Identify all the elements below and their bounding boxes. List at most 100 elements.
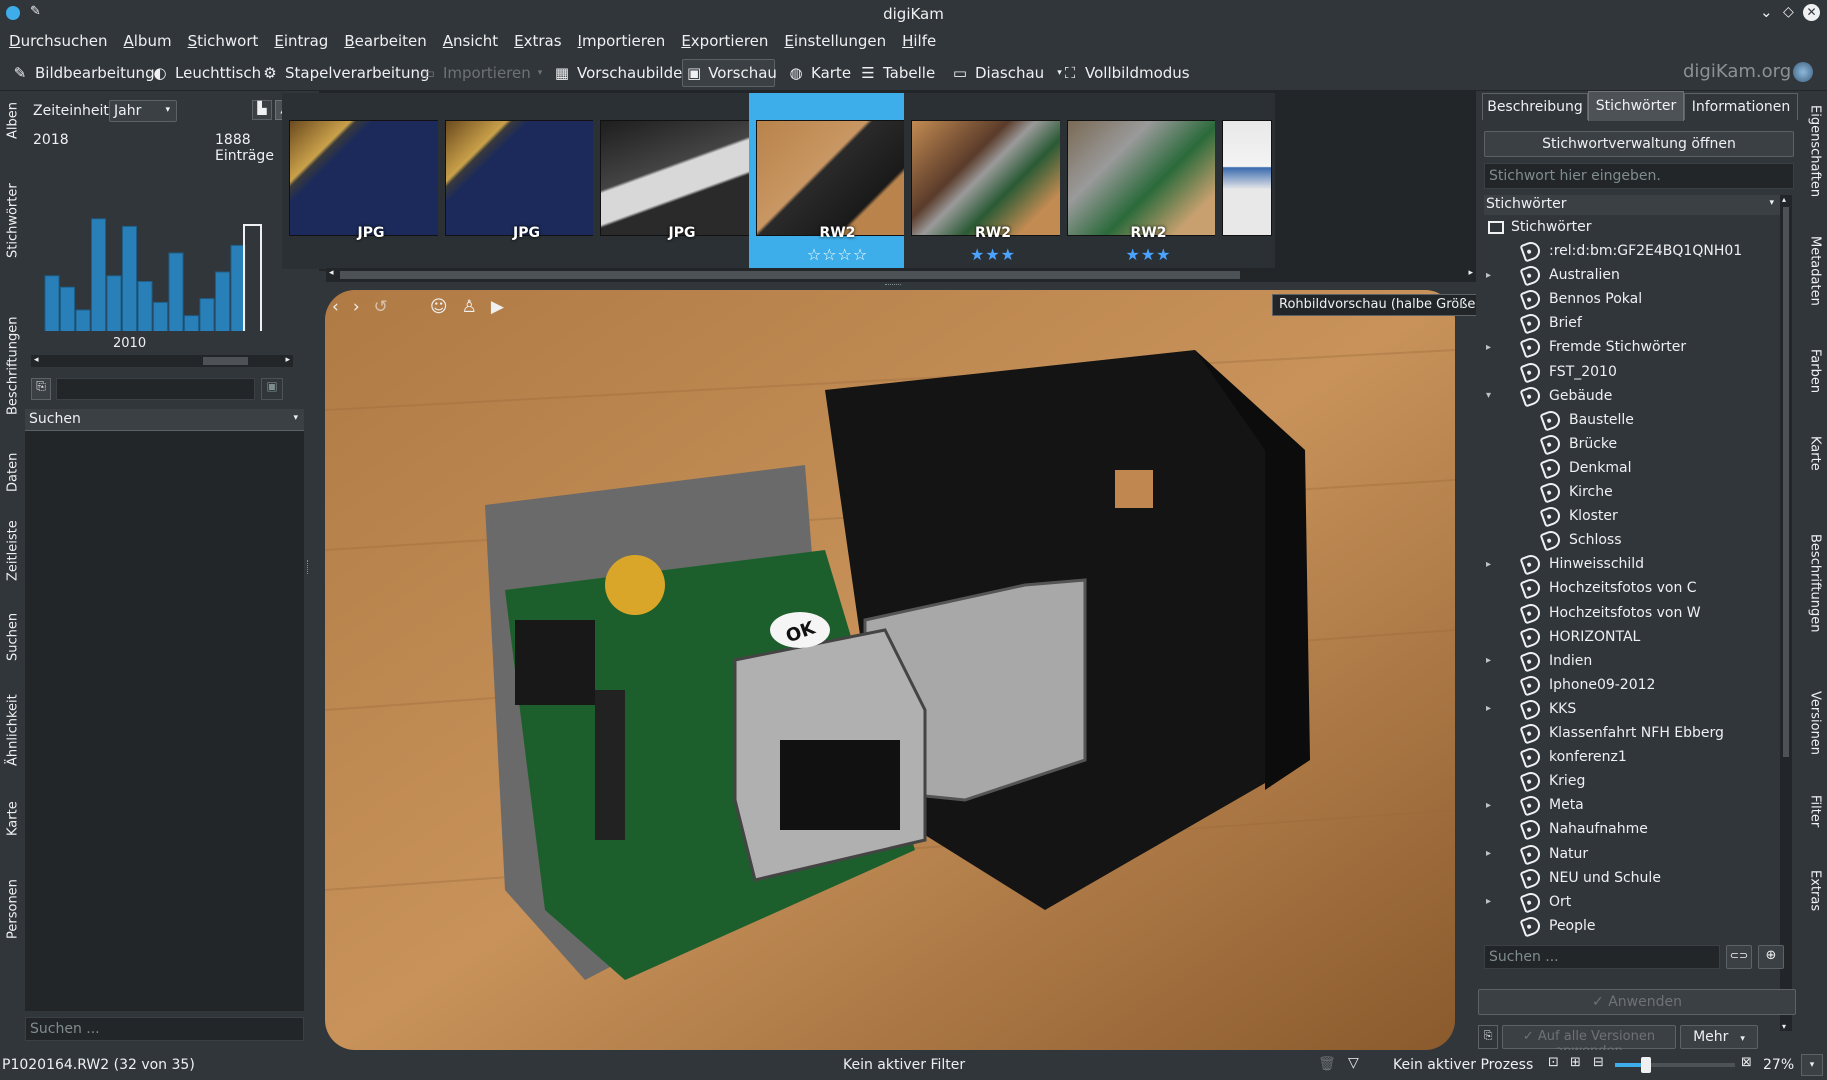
tag-item[interactable]: Baustelle (1539, 408, 1634, 432)
tag-item[interactable]: Schloss (1539, 528, 1622, 552)
zoom-slider-handle[interactable] (1641, 1057, 1651, 1073)
splitter-handle[interactable] (885, 284, 901, 287)
expand-arrow-icon[interactable]: ▸ (1486, 655, 1491, 666)
rotate-icon[interactable]: ↺ (374, 297, 388, 319)
scroll-down-icon[interactable]: ▾ (1782, 1022, 1786, 1031)
right-tab-metadaten[interactable]: Metadaten (1804, 216, 1826, 326)
save-search-icon[interactable]: ⎘ (31, 378, 51, 400)
right-tab-karte[interactable]: Karte (1804, 416, 1826, 491)
timeline-selection-cursor[interactable] (243, 224, 262, 331)
tag-item[interactable]: Iphone09-2012 (1519, 673, 1655, 697)
face-tag-icon[interactable]: ☺ (430, 297, 448, 319)
right-tab-eigenschaften[interactable]: Eigenschaften (1804, 91, 1826, 211)
tag-item[interactable]: HORIZONTAL (1519, 625, 1640, 649)
left-tab-alben[interactable]: Alben (2, 91, 24, 151)
expand-arrow-icon[interactable]: ▸ (1486, 848, 1491, 859)
timeline-bar[interactable] (122, 225, 137, 331)
tag-tree-scrollbar[interactable]: ▴ ▾ (1780, 195, 1792, 1031)
timeline-bar[interactable] (215, 271, 230, 331)
scroll-right-icon[interactable]: ▸ (1468, 268, 1473, 278)
maximize-icon[interactable]: ◇ (1783, 4, 1794, 20)
expand-arrow-icon[interactable]: ▸ (1486, 896, 1491, 907)
tag-item[interactable]: ▸ KKS (1486, 697, 1576, 721)
save-search-input[interactable] (56, 378, 255, 400)
tag-item[interactable]: ▸ Australien (1486, 263, 1620, 287)
tag-item[interactable]: Hochzeitsfotos von C (1519, 576, 1697, 600)
tag-item[interactable]: konferenz1 (1519, 745, 1627, 769)
link-tags-icon[interactable]: ⊂⊃ (1726, 945, 1752, 969)
timeline-bar[interactable] (91, 218, 106, 331)
timeline-bar[interactable] (106, 275, 122, 331)
zoom-dropdown-icon[interactable]: ▾ (1801, 1054, 1823, 1076)
menu-extras[interactable]: Extras (505, 28, 568, 50)
right-tab-farben[interactable]: Farben (1804, 331, 1826, 411)
scrollbar-thumb[interactable] (1783, 207, 1789, 757)
right-tab-versionen[interactable]: Versionen (1804, 676, 1826, 771)
tag-item[interactable]: Brücke (1539, 432, 1617, 456)
add-face-icon[interactable]: ♙ (462, 297, 477, 319)
thumbnails-view-button[interactable]: ▦ Vorschaubilder (550, 59, 692, 87)
tag-tree-root[interactable]: Stichwörter (1488, 215, 1591, 239)
revert-icon[interactable]: ⎘ (1478, 1025, 1498, 1049)
rating-stars[interactable]: ☆☆☆☆ (749, 245, 927, 264)
thumbnail-bar[interactable]: JPG JPG JPG RW2 ☆☆☆☆ RW2 ★★★ RW2 ★★★ (282, 91, 1476, 271)
rating-stars[interactable]: ★★★ (904, 245, 1082, 264)
left-tab-stichwörter[interactable]: Stichwörter (2, 151, 24, 291)
zoom-fit-icon[interactable]: ⊡ (1548, 1055, 1559, 1070)
splitter-handle[interactable] (307, 560, 310, 574)
minimize-icon[interactable]: ⌄ (1760, 3, 1773, 21)
import-button[interactable]: ▭ Importieren ▾ (416, 59, 546, 87)
thumbnail-scrollbar[interactable]: ◂ ▸ (326, 268, 1476, 282)
menu-bearbeiten[interactable]: Bearbeiten (335, 28, 433, 50)
apply-button[interactable]: ✓ Anwenden (1478, 989, 1796, 1015)
tag-item[interactable]: ▸ Ort (1486, 890, 1571, 914)
tag-entry-input[interactable]: Stichwort hier eingeben. (1484, 163, 1794, 189)
left-tab-suchen[interactable]: Suchen (2, 598, 24, 676)
menu-einstellungen[interactable]: Einstellungen (775, 28, 893, 50)
menu-eintrag[interactable]: Eintrag (265, 28, 335, 50)
apply-all-versions-button[interactable]: ✓ Auf alle Versionen anwenden (1502, 1025, 1676, 1059)
timeline-search-input[interactable]: Suchen ... (25, 1017, 304, 1041)
menu-album[interactable]: Album (114, 28, 178, 50)
right-tab-filter[interactable]: Filter (1804, 776, 1826, 846)
thumbnail[interactable]: JPG (282, 93, 460, 269)
filter-icon[interactable]: ▽ (1348, 1055, 1359, 1071)
tag-item[interactable]: ▾ Gebäude (1486, 384, 1612, 408)
left-tab-ähnlichkeit[interactable]: Ähnlichkeit (2, 676, 24, 784)
zoom-actual-icon[interactable]: ⊞ (1570, 1055, 1581, 1070)
search-icon[interactable]: ⊕ (1758, 945, 1784, 969)
open-tag-manager-button[interactable]: Stichwortverwaltung öffnen (1484, 131, 1794, 157)
scroll-up-icon[interactable]: ▴ (1782, 195, 1786, 204)
tag-item[interactable]: :rel:d:bm:GF2E4BQ1QNH01 (1519, 239, 1742, 263)
timeline-bar[interactable] (199, 298, 215, 331)
map-view-button[interactable]: ◍ Karte (784, 59, 855, 87)
more-button[interactable]: Mehr ▾ (1680, 1025, 1758, 1049)
tab-tags[interactable]: Stichwörter (1588, 91, 1684, 121)
image-editor-button[interactable]: ✎ Bildbearbeitung (8, 59, 159, 87)
tag-item[interactable]: FST_2010 (1519, 359, 1617, 384)
table-view-button[interactable]: ☰ Tabelle (856, 59, 939, 87)
saved-searches-list[interactable] (25, 431, 304, 1011)
tag-tree[interactable]: Stichwörter :rel:d:bm:GF2E4BQ1QNH01 ▸ Aust… (1484, 215, 1780, 1029)
timeline-bar[interactable] (60, 286, 75, 331)
tag-item[interactable]: Kirche (1539, 480, 1613, 504)
thumbnail[interactable]: JPG (593, 93, 771, 269)
tag-item[interactable]: Brief (1519, 311, 1582, 335)
scrollbar-thumb[interactable] (340, 271, 1240, 279)
menu-ansicht[interactable]: Ansicht (434, 28, 505, 50)
left-tab-karte[interactable]: Karte (2, 784, 24, 854)
scrollbar-thumb[interactable] (203, 357, 248, 365)
tag-item[interactable]: Kloster (1539, 504, 1618, 528)
right-tab-extras[interactable]: Extras (1804, 851, 1826, 931)
expanded-arrow-icon[interactable]: ▾ (1486, 390, 1491, 401)
scroll-left-icon[interactable]: ◂ (34, 355, 39, 365)
tag-item[interactable]: Krieg (1519, 769, 1585, 793)
preview-image[interactable]: OK (325, 290, 1455, 1050)
tag-item[interactable]: Hochzeitsfotos von W (1519, 600, 1701, 625)
tag-item[interactable]: ▸ Natur (1486, 841, 1588, 866)
tag-item[interactable]: Nahaufnahme (1519, 817, 1648, 841)
expand-arrow-icon[interactable]: ▸ (1486, 800, 1491, 811)
thumbnail[interactable]: RW2 ★★★ (904, 93, 1082, 269)
linear-scale-button[interactable]: ▙ (252, 100, 272, 120)
thumbnail[interactable]: RW2 ☆☆☆☆ (748, 93, 927, 269)
